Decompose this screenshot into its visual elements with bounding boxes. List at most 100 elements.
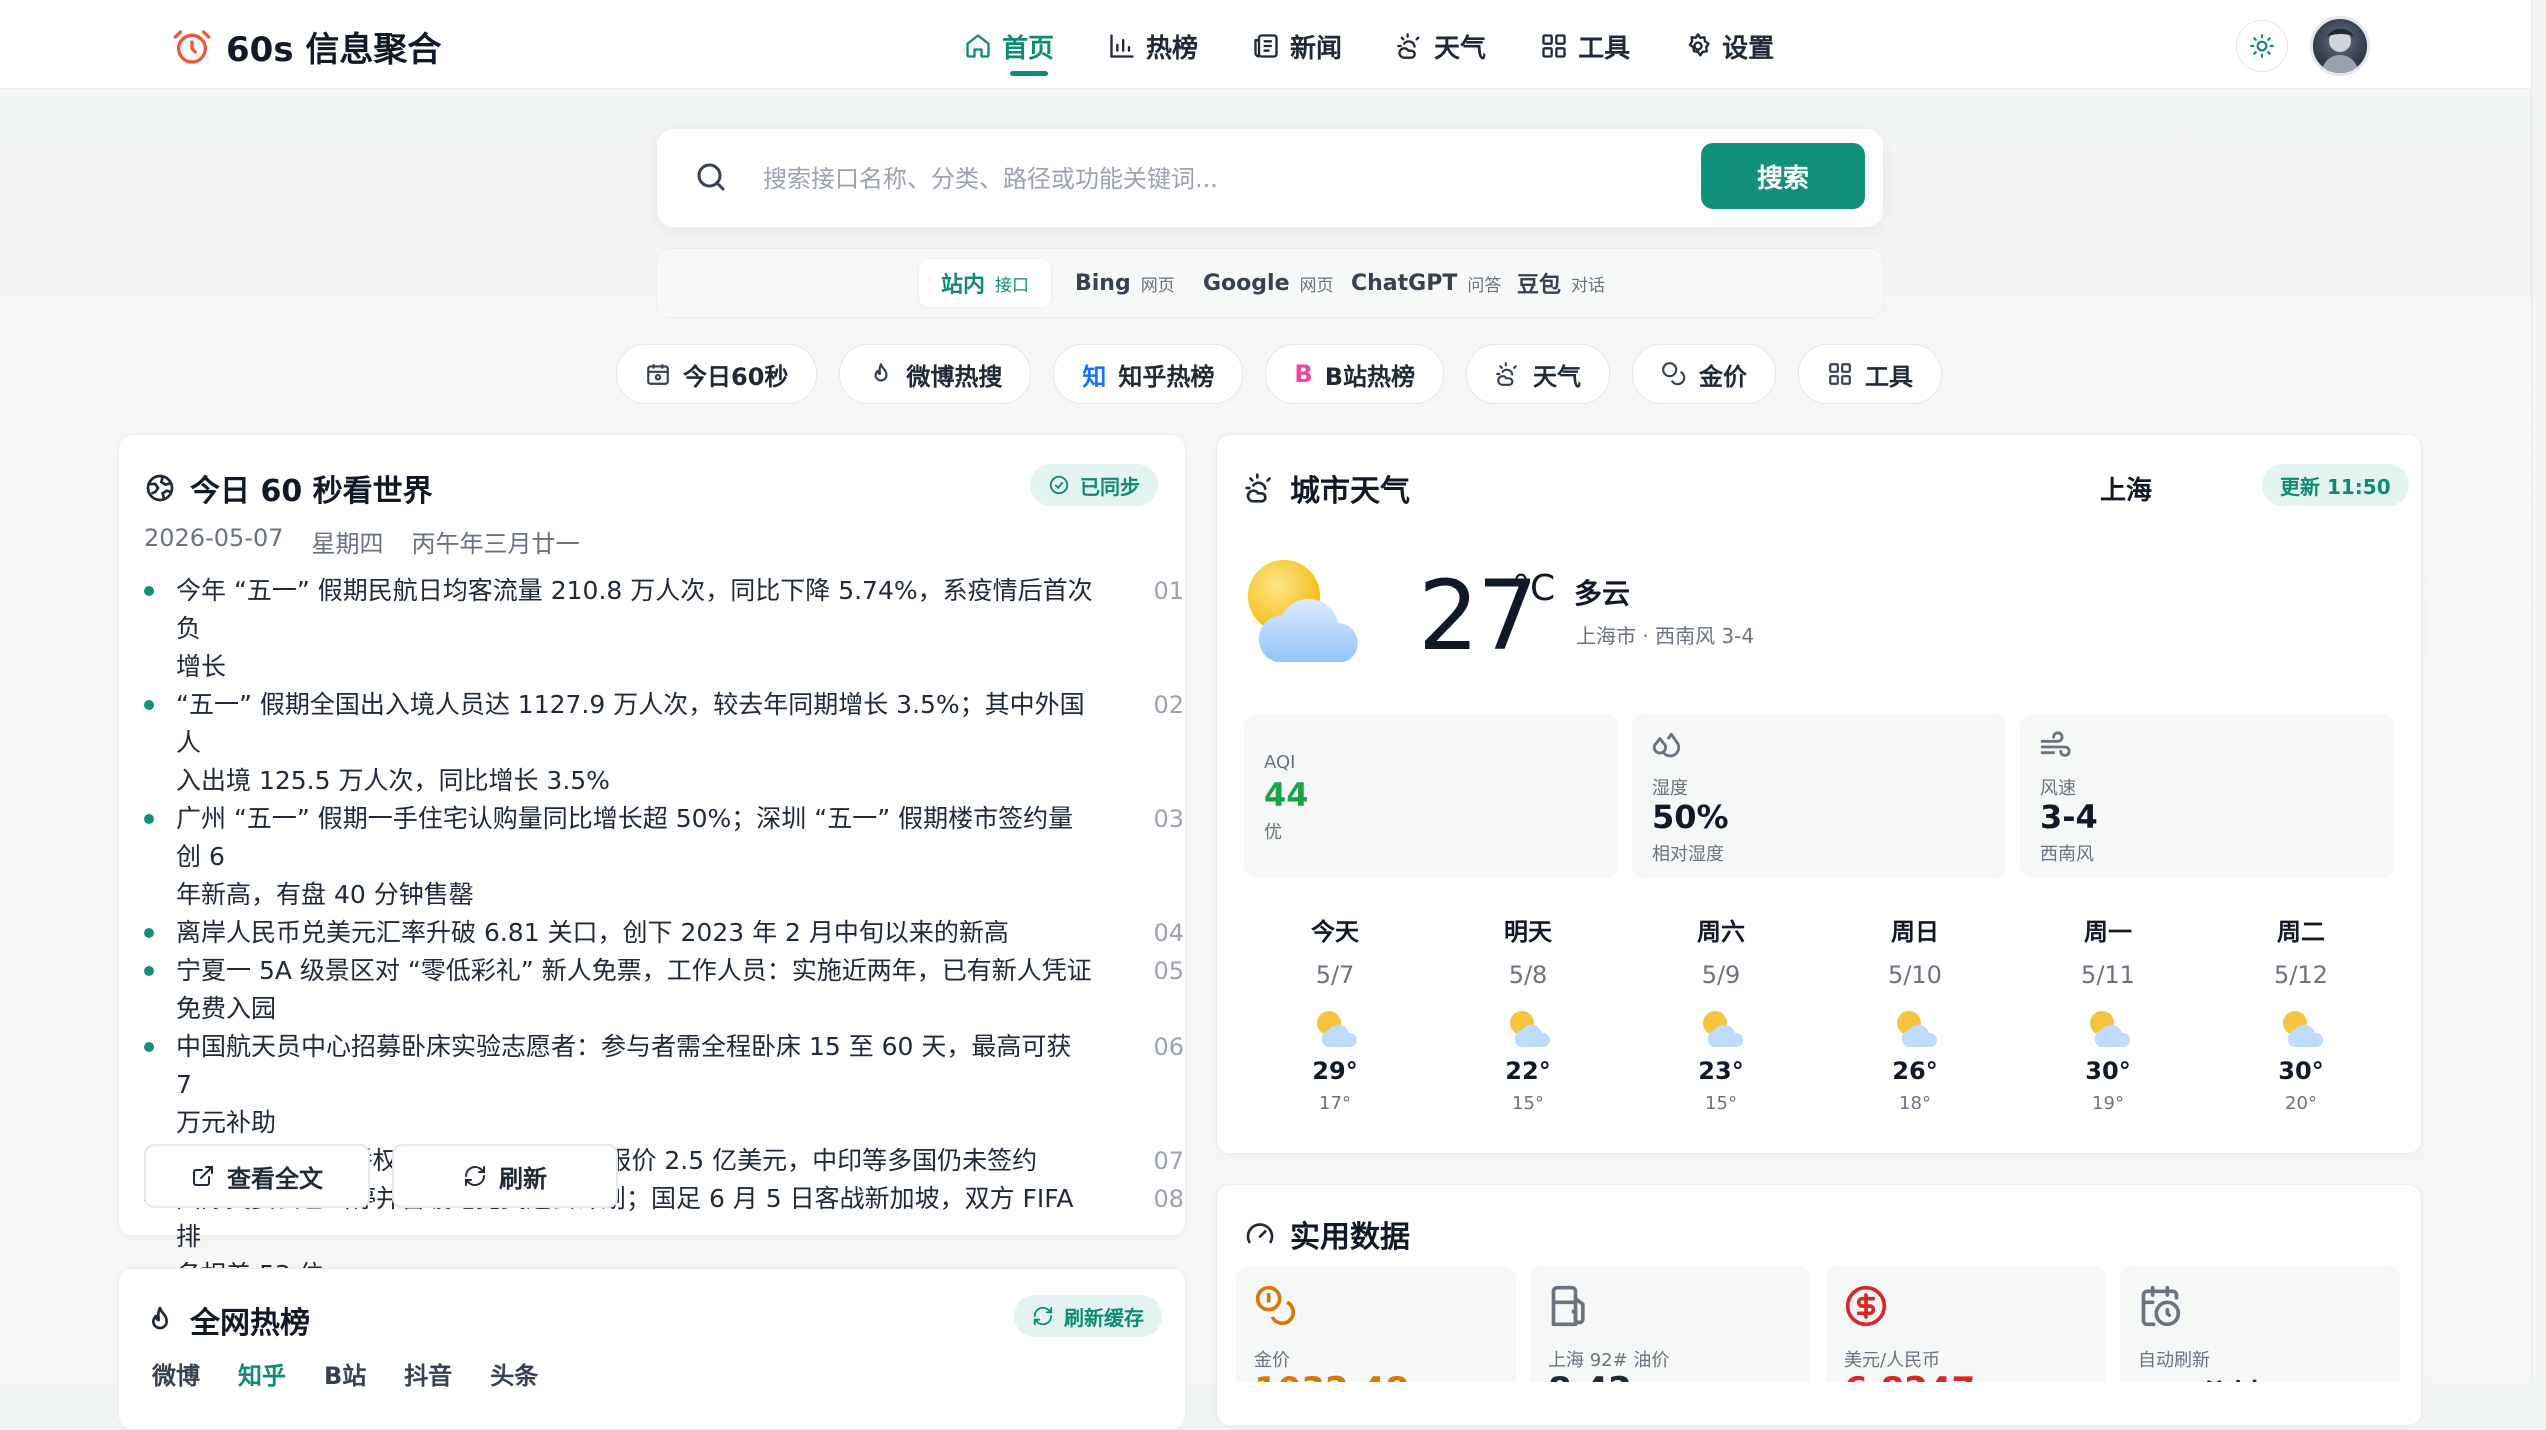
nav-label: 天气 xyxy=(1434,33,1487,64)
nav-item-news[interactable]: 新闻 xyxy=(1252,24,1342,68)
weather-updated-badge: 更新 11:50 xyxy=(2262,464,2409,506)
forecast-weekday: 明天 xyxy=(1504,918,1552,946)
engine-option-bing[interactable]: Bing 网页 xyxy=(1053,259,1197,307)
nav-item-settings[interactable]: 设置 xyxy=(1684,24,1774,68)
tab-toutiao[interactable]: 头条 xyxy=(490,1356,538,1391)
nav-item-weather[interactable]: 天气 xyxy=(1396,24,1486,68)
flame-icon xyxy=(152,1306,168,1330)
gear-icon xyxy=(1688,33,1710,57)
forecast-weekday: 周六 xyxy=(1697,918,1745,946)
bullet xyxy=(144,586,154,596)
engine-tag: 接口 xyxy=(995,275,1030,296)
news-text: “五一” 假期全国出入境人员达 1127.9 万人次，较去年同期增长 3.5%；… xyxy=(176,690,1085,757)
grid-icon xyxy=(1829,363,1851,385)
external-link-icon xyxy=(193,1166,213,1186)
bullet xyxy=(144,928,154,938)
globe-icon xyxy=(146,474,174,502)
tab-bilibili[interactable]: B站 xyxy=(324,1356,366,1391)
engine-option-site[interactable]: 站内 接口 xyxy=(919,259,1052,307)
search-button[interactable]: 搜索 xyxy=(1701,143,1865,209)
news-text: 广州 “五一” 假期一手住宅认购量同比增长超 50%；深圳 “五一” 假期楼市签… xyxy=(176,804,1074,871)
forecast-day: 周六 5/9 23° 15° xyxy=(1666,912,1776,1114)
quick-link-weather[interactable]: 天气 xyxy=(1466,344,1610,404)
news-number: 06 xyxy=(1153,1033,1184,1061)
refresh-cache-button[interactable]: 刷新缓存 xyxy=(1014,1295,1162,1337)
news-item[interactable]: 广州 “五一” 假期一手住宅认购量同比增长超 50%；深圳 “五一” 假期楼市签… xyxy=(144,800,1184,914)
quick-link-tools[interactable]: 工具 xyxy=(1798,344,1942,404)
forecast-high: 30° xyxy=(2085,1057,2131,1085)
metric-value: 3-4 xyxy=(2040,798,2098,836)
theme-toggle-button[interactable] xyxy=(2236,20,2288,72)
nav-label: 首页 xyxy=(1002,33,1055,64)
newspaper-icon xyxy=(1254,34,1278,58)
sync-status-label: 已同步 xyxy=(1080,474,1140,499)
forecast-day: 周日 5/10 26° 18° xyxy=(1860,912,1970,1114)
news-item[interactable]: 今年 “五一” 假期民航日均客流量 210.8 万人次，同比下降 5.74%，系… xyxy=(144,572,1184,686)
news-item[interactable]: 离岸人民币兑美元汇率升破 6.81 关口，创下 2023 年 2 月中旬以来的新… xyxy=(144,914,1184,952)
forecast-date: 5/11 xyxy=(2081,961,2135,989)
quick-link-gold[interactable]: 金价 xyxy=(1632,344,1776,404)
forecast-high: 23° xyxy=(1698,1057,1744,1085)
quick-link-weibo[interactable]: 微博热搜 xyxy=(839,344,1032,404)
home-icon xyxy=(966,34,990,58)
user-avatar-image xyxy=(2321,28,2359,73)
news-item[interactable]: “五一” 假期全国出入境人员达 1127.9 万人次，较去年同期增长 3.5%；… xyxy=(144,686,1184,800)
metric-label: 湿度 xyxy=(1652,778,1688,799)
weather-city[interactable]: 上海 xyxy=(2100,470,2152,507)
quick-link-zhihu[interactable]: 知 知乎热榜 xyxy=(1053,344,1244,404)
news-date: 2026-05-07 xyxy=(144,524,284,552)
news-text: 免费入园 xyxy=(176,994,277,1023)
hot-list-card xyxy=(118,1268,1186,1430)
engine-name: Bing xyxy=(1075,270,1131,296)
view-full-button[interactable]: 查看全文 xyxy=(144,1144,370,1208)
bullet xyxy=(144,814,154,824)
weather-icon xyxy=(1397,33,1420,59)
news-text: 入出境 125.5 万人次，同比增长 3.5% xyxy=(176,766,610,795)
search-icon xyxy=(697,163,725,191)
news-text: 年新高，有盘 40 分钟售罄 xyxy=(176,880,474,909)
bilibili-icon: B xyxy=(1294,360,1313,388)
brand[interactable]: 60s 信息聚合 xyxy=(172,22,441,71)
quick-link-bilibili[interactable]: B B站热榜 xyxy=(1265,344,1444,404)
quick-link-60s[interactable]: 今日60秒 xyxy=(616,344,818,404)
gauge-icon xyxy=(1246,1223,1274,1244)
news-text: 宁夏一 5A 级景区对 “零低彩礼” 新人免票，工作人员：实施近两年，已有新人凭… xyxy=(176,956,1092,985)
news-text: 万元补助 xyxy=(176,1108,277,1137)
search-input[interactable] xyxy=(761,155,1335,203)
forecast-high: 30° xyxy=(2278,1057,2324,1085)
nav-label: 热榜 xyxy=(1146,33,1199,64)
partly-cloudy-icon xyxy=(2283,1011,2324,1047)
metric-wind: 风速 3-4 西南风 xyxy=(2020,714,2394,878)
avatar[interactable] xyxy=(2310,16,2370,76)
forecast-weekday: 周二 xyxy=(2277,918,2325,946)
partly-cloudy-icon xyxy=(1317,1011,1358,1047)
metric-humidity: 湿度 50% 相对湿度 xyxy=(1632,714,2006,878)
nav-item-hot[interactable]: 热榜 xyxy=(1108,24,1198,68)
forecast-low: 18° xyxy=(1899,1093,1931,1114)
refresh-button[interactable]: 刷新 xyxy=(392,1144,618,1208)
metric-value: 44 xyxy=(1264,776,1309,814)
forecast-high: 22° xyxy=(1505,1057,1551,1085)
nav-item-home[interactable]: 首页 xyxy=(964,24,1055,76)
tab-douyin[interactable]: 抖音 xyxy=(404,1356,452,1391)
news-item[interactable]: 宁夏一 5A 级景区对 “零低彩礼” 新人免票，工作人员：实施近两年，已有新人凭… xyxy=(144,952,1184,1028)
metric-sub: 优 xyxy=(1264,822,1282,843)
news-text: 中国航天员中心招募卧床实验志愿者：参与者需全程卧床 15 至 60 天，最高可获… xyxy=(176,1032,1072,1099)
news-item[interactable]: 中国航天员中心招募卧床实验志愿者：参与者需全程卧床 15 至 60 天，最高可获… xyxy=(144,1028,1184,1142)
tab-weibo[interactable]: 微博 xyxy=(152,1356,200,1391)
temperature-unit: °C xyxy=(1512,568,1556,609)
forecast-date: 5/12 xyxy=(2274,961,2328,989)
engine-option-doubao[interactable]: 豆包 对话 xyxy=(1495,259,1627,307)
chip-label: B站热榜 xyxy=(1324,362,1415,391)
refresh-label: 刷新 xyxy=(499,1164,547,1193)
nav-item-tools[interactable]: 工具 xyxy=(1540,24,1630,68)
forecast-low: 15° xyxy=(1705,1093,1737,1114)
alarm-clock-icon xyxy=(173,29,211,64)
wind-icon xyxy=(2040,731,2071,757)
tab-zhihu[interactable]: 知乎 xyxy=(238,1356,286,1391)
forecast-high: 26° xyxy=(1892,1057,1938,1085)
bullet xyxy=(144,1042,154,1052)
bar-chart-icon xyxy=(1110,34,1134,58)
scrollbar[interactable] xyxy=(2531,0,2546,1382)
engine-tag: 网页 xyxy=(1140,275,1175,296)
